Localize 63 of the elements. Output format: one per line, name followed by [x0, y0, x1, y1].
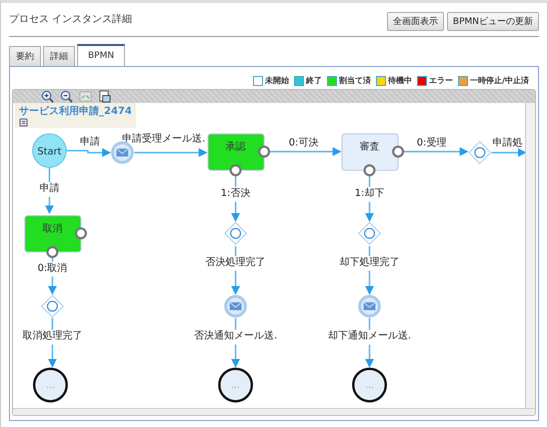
flow-label: 0:受理 [416, 138, 446, 149]
flow-label: 否決処理完了 [206, 256, 266, 268]
legend-label: 終了 [306, 75, 322, 86]
gateway-diamond [358, 222, 382, 245]
zoom-in-icon[interactable] [41, 90, 54, 103]
flow-label: 却下通知メール送. [328, 330, 412, 342]
end-event [33, 368, 68, 402]
task-label: 承認 [226, 142, 246, 153]
flow-label: 取消処理完了 [22, 330, 82, 342]
gateway-diamond [224, 222, 248, 245]
flow-label: 申請受理メール送. [122, 134, 206, 145]
connector-arrow [492, 148, 526, 157]
flow-label: 申請 [80, 136, 100, 148]
vertical-scrollbar[interactable] [525, 103, 535, 408]
zoom-out-icon[interactable] [60, 90, 73, 103]
flow-label: 却下処理完了 [340, 256, 400, 268]
connector-arrow [231, 174, 240, 222]
flow-label: 1:却下 [354, 188, 384, 199]
boundary-event [230, 164, 242, 176]
page-title: プロセス インスタンス詳細 [9, 12, 132, 26]
legend-label: 待機中 [388, 75, 412, 86]
connector-arrow [365, 317, 374, 368]
connector-arrow [48, 256, 57, 295]
tab[interactable]: 詳細 [43, 46, 75, 66]
flow-label: 否決通知メール送. [194, 330, 278, 342]
connector-arrow [66, 148, 111, 157]
boundary-event [364, 164, 376, 176]
boundary-event [46, 246, 58, 258]
document-icon [19, 118, 28, 127]
task-label: 取消 [42, 223, 62, 234]
gateway-diamond [40, 294, 64, 318]
node-label: ... [46, 380, 55, 391]
node-label: ... [231, 380, 240, 391]
toolbar-button[interactable]: BPMNビューの更新 [446, 12, 539, 31]
connector-arrow [365, 174, 374, 222]
envelope-event [111, 141, 134, 164]
start-event [32, 133, 67, 168]
connector-arrow [403, 147, 468, 156]
boundary-event [258, 146, 270, 158]
boundary-event [392, 146, 404, 158]
flow-label: 0:可決 [288, 138, 318, 149]
legend-label: 一時停止/中止済 [470, 75, 529, 86]
node-label: ... [365, 380, 374, 391]
horizontal-scrollbar[interactable] [13, 408, 535, 415]
tab[interactable]: BPMN [77, 44, 126, 66]
gateway-diamond [468, 141, 492, 164]
legend-label: 未開始 [265, 75, 290, 86]
toolbar-button[interactable]: 全画面表示 [386, 12, 444, 31]
flow-label: 申請 [39, 183, 60, 194]
flow-label: 0:取消 [38, 262, 68, 274]
envelope-event [358, 294, 381, 318]
end-event [352, 368, 387, 402]
legend-label: エラー [429, 75, 454, 86]
boundary-event [74, 227, 87, 240]
tab[interactable]: 要約 [9, 46, 41, 66]
envelope-event [224, 294, 247, 318]
end-event [218, 368, 254, 402]
flow-label: 申請処 [492, 138, 522, 149]
flow-label: 1:否決 [220, 188, 250, 199]
node-label: Start [37, 146, 62, 158]
legend-label: 割当て済 [339, 75, 372, 86]
task-label: 審査 [360, 142, 380, 153]
process-name: サービス利用申請_2474 [19, 104, 132, 118]
